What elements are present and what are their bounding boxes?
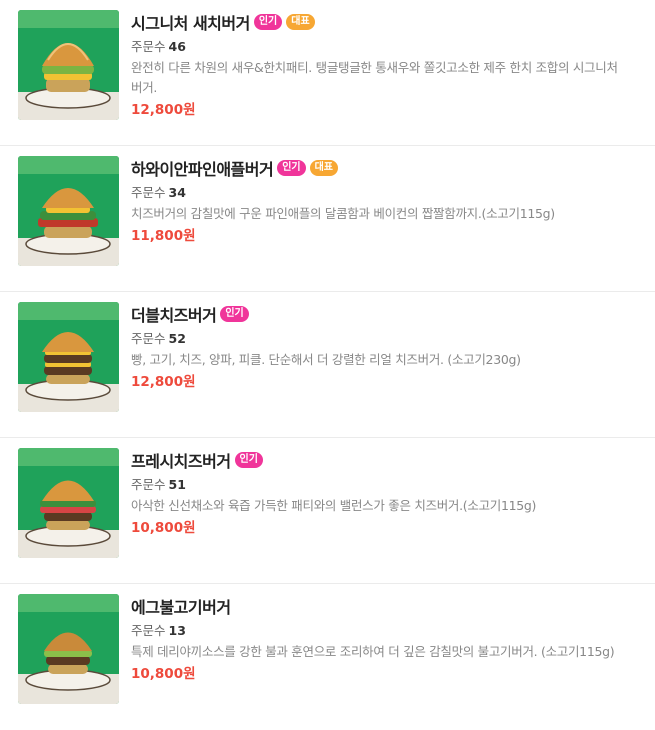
menu-item[interactable]: 시그니처 새치버거 인기 대표 주문수 46 완전히 다른 차원의 새우&한치패티… [0,0,655,146]
order-count-label: 주문수 [131,39,166,54]
order-count-label: 주문수 [131,623,166,638]
order-count-value: 46 [168,39,186,54]
order-count: 주문수 46 [131,38,637,56]
order-count-value: 52 [168,331,186,346]
burger-photo-icon[interactable] [18,10,119,120]
menu-item-price: 12,800원 [131,102,196,118]
order-count-label: 주문수 [131,331,166,346]
order-count-value: 34 [168,185,186,200]
popular-badge: 인기 [277,160,306,176]
order-count: 주문수 13 [131,622,637,640]
menu-list: 시그니처 새치버거 인기 대표 주문수 46 완전히 다른 차원의 새우&한치패티… [0,0,655,730]
representative-badge: 대표 [309,160,339,176]
order-count-label: 주문수 [131,185,166,200]
menu-item-title: 더블치즈버거 [131,306,217,325]
burger-photo-icon[interactable] [18,594,119,704]
menu-item-description: 아삭한 신선채소와 육즙 가득한 패티와의 밸런스가 좋은 치즈버거.(소고기1… [131,498,537,513]
menu-item-description: 완전히 다른 차원의 새우&한치패티. 탱글탱글한 통새우와 쫄깃고소한 제주 … [131,60,618,95]
menu-item[interactable]: 더블치즈버거 인기 주문수 52 빵, 고기, 치즈, 양파, 피클. 단순해서 … [0,292,655,438]
menu-item-description: 빵, 고기, 치즈, 양파, 피클. 단순해서 더 강렬한 리얼 치즈버거. (… [131,352,521,367]
menu-item-description: 특제 데리야끼소스를 강한 불과 훈연으로 조리하여 더 깊은 감칠맛의 불고기… [131,644,615,659]
menu-item-title: 에그불고기버거 [131,598,231,617]
popular-badge: 인기 [253,14,283,30]
menu-item-price: 12,800원 [131,374,196,390]
burger-photo-icon[interactable] [18,448,119,558]
order-count: 주문수 34 [131,184,637,202]
order-count: 주문수 52 [131,330,637,348]
popular-badge: 인기 [220,306,249,322]
menu-item-title: 하와이안파인애플버거 [131,160,274,179]
menu-item[interactable]: 에그불고기버거 주문수 13 특제 데리야끼소스를 강한 불과 훈연으로 조리하여… [0,584,655,730]
order-count: 주문수 51 [131,476,637,494]
menu-item[interactable]: 프레시치즈버거 인기 주문수 51 아삭한 신선채소와 육즙 가득한 패티와의 밸… [0,438,655,584]
menu-item-title: 시그니처 새치버거 [131,14,250,33]
representative-badge: 대표 [286,14,315,30]
menu-item[interactable]: 하와이안파인애플버거 인기 대표 주문수 34 치즈버거의 감칠맛에 구운 파인애… [0,146,655,292]
order-count-label: 주문수 [131,477,166,492]
menu-item-price: 11,800원 [131,228,196,244]
burger-photo-icon[interactable] [18,302,119,412]
menu-item-price: 10,800원 [131,666,196,682]
order-count-value: 51 [168,477,186,492]
menu-item-description: 치즈버거의 감칠맛에 구운 파인애플의 달콤함과 베이컨의 짭짤함까지.(소고기… [131,206,555,221]
burger-photo-icon[interactable] [18,156,119,266]
menu-item-price: 10,800원 [131,520,196,536]
popular-badge: 인기 [234,452,263,468]
order-count-value: 13 [168,623,186,638]
menu-item-title: 프레시치즈버거 [131,452,231,471]
